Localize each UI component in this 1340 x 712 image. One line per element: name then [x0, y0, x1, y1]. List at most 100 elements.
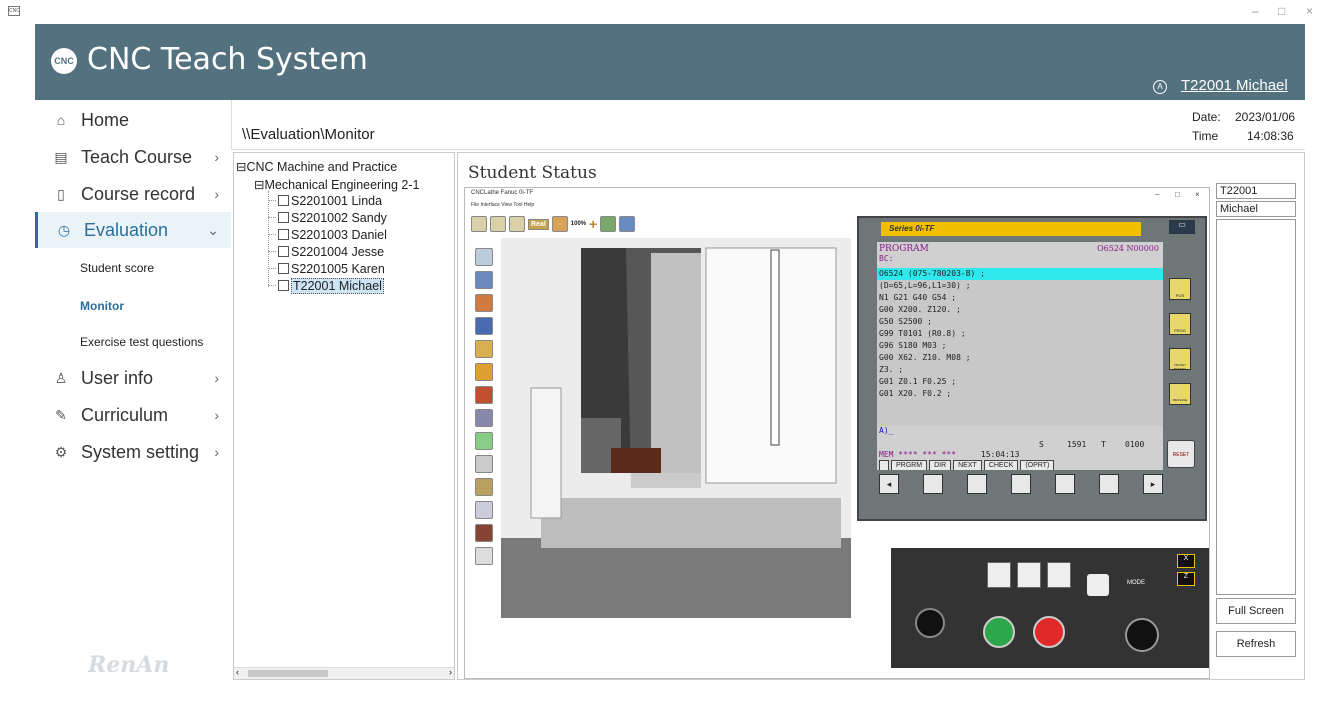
simulator-menu: File Interface View Tool Help [471, 202, 535, 208]
maximize-button[interactable]: □ [1278, 4, 1285, 18]
offset-setting-key[interactable]: OFFSET SETTING [1169, 348, 1191, 371]
input-line: A)_ [879, 426, 894, 435]
axis-icon[interactable] [475, 409, 493, 427]
function-key[interactable] [1055, 474, 1075, 494]
simulator-view[interactable]: CNCLathe Fanuc 0i-TF File Interface View… [464, 187, 1210, 679]
reset-button[interactable]: RESET [1167, 440, 1195, 468]
tree-student-item-selected[interactable]: T22001 Michael [278, 278, 384, 294]
tree-root[interactable]: ⊟CNC Machine and Practice [236, 159, 397, 174]
view-icon[interactable] [475, 501, 493, 519]
student-info-list[interactable] [1216, 219, 1296, 595]
tree-group[interactable]: ⊟Mechanical Engineering 2-1 [254, 177, 419, 192]
breadcrumb-bar: \\Evaluation\Monitor Date: 2023/01/06 Ti… [231, 100, 1305, 150]
sidebar-item-user-info[interactable]: ♙ User info › [35, 360, 231, 396]
softkey-next[interactable]: NEXT [953, 460, 982, 470]
tool-icon[interactable] [619, 216, 636, 232]
softkey-oprt[interactable]: (OPRT) [1020, 460, 1055, 470]
sbk-button[interactable] [1017, 562, 1041, 588]
softkeys: PRGRM DIR NEXT CHECK (OPRT) [877, 460, 1163, 470]
tool-icon[interactable] [600, 216, 617, 232]
cnc-screen: PROGRAM O6524 N00000 BC: O6524 (075-7802… [877, 242, 1163, 470]
subitem-student-score[interactable]: Student score [80, 261, 154, 275]
mem-status: MEM **** *** *** 15:04:13 [879, 450, 1019, 459]
current-user-link[interactable]: T22001 Michael [1181, 77, 1288, 94]
function-key[interactable] [1099, 474, 1119, 494]
checkbox[interactable] [278, 263, 289, 274]
sidebar-item-evaluation[interactable]: ◷ Evaluation ⌄ [35, 212, 231, 248]
checkbox[interactable] [278, 280, 289, 291]
cycle-start-button[interactable] [983, 616, 1015, 648]
right-arrow-key[interactable]: ▸ [1143, 474, 1163, 494]
tool-icon[interactable] [490, 216, 506, 232]
minimize-button[interactable]: – [1252, 4, 1259, 18]
tree-student-item[interactable]: S2201004 Jesse [278, 245, 384, 259]
tree-student-item[interactable]: S2201003 Daniel [278, 228, 387, 242]
handle-icon[interactable] [1087, 574, 1109, 596]
prog-key[interactable]: PROG [1169, 313, 1191, 335]
operator-panel: MODE X Z [891, 548, 1209, 668]
sidebar-item-system-setting[interactable]: ⚙ System setting › [35, 434, 231, 470]
view-icon[interactable] [475, 363, 493, 381]
function-key[interactable] [923, 474, 943, 494]
mdi-button[interactable] [1047, 562, 1071, 588]
sidebar-item-curriculum[interactable]: ✎ Curriculum › [35, 397, 231, 433]
tree-student-item[interactable]: S2201002 Sandy [278, 211, 387, 225]
checkbox[interactable] [278, 246, 289, 257]
horizontal-scrollbar[interactable]: ‹ › [234, 667, 454, 679]
feed-hold-button[interactable] [1033, 616, 1065, 648]
simulator-toolbar: Real 100% + [471, 216, 636, 232]
softkey-dir[interactable]: DIR [929, 460, 952, 470]
z-axis-button[interactable]: Z [1177, 572, 1195, 586]
full-screen-button[interactable]: Full Screen [1216, 598, 1296, 624]
pos-key[interactable]: POS [1169, 278, 1191, 300]
subitem-exercise-test-questions[interactable]: Exercise test questions [80, 335, 203, 349]
refresh-button[interactable]: Refresh [1216, 631, 1296, 657]
sidebar-item-teach-course[interactable]: ▤ Teach Course › [35, 139, 231, 175]
student-label: S2201002 Sandy [291, 211, 387, 225]
student-name-field[interactable]: Michael [1216, 201, 1296, 217]
view-icon[interactable] [475, 432, 493, 450]
view-icon[interactable] [475, 478, 493, 496]
student-id-field[interactable]: T22001 [1216, 183, 1296, 199]
tree-student-item[interactable]: S2201005 Karen [278, 262, 385, 276]
home-icon: ⌂ [56, 112, 66, 128]
panel-toggle-icon[interactable]: ▭ [1169, 220, 1195, 234]
view-icon[interactable] [475, 271, 493, 289]
tree-student-item[interactable]: S2201001 Linda [278, 194, 382, 208]
function-key[interactable] [967, 474, 987, 494]
clock-icon: ◷ [57, 221, 71, 238]
checkbox[interactable] [278, 195, 289, 206]
scrollbar-thumb[interactable] [248, 670, 328, 677]
subitem-monitor[interactable]: Monitor [80, 299, 124, 313]
view-icon[interactable] [475, 547, 493, 565]
student-label: S2201003 Daniel [291, 228, 387, 242]
feed-override-dial[interactable] [915, 608, 945, 638]
x-axis-button[interactable]: X [1177, 554, 1195, 568]
left-arrow-key[interactable]: ◂ [879, 474, 899, 494]
function-key[interactable] [1011, 474, 1031, 494]
sidebar-item-home[interactable]: ⌂ Home [35, 102, 231, 138]
tool-icon[interactable] [471, 216, 487, 232]
checkbox[interactable] [278, 229, 289, 240]
sidebar: ⌂ Home ▤ Teach Course › ▯ Course record … [35, 100, 231, 682]
tool-icon[interactable] [509, 216, 525, 232]
sidebar-item-course-record[interactable]: ▯ Course record › [35, 176, 231, 212]
close-button[interactable]: × [1306, 4, 1313, 18]
message-key[interactable]: MESSAGE [1169, 383, 1191, 405]
view-icon[interactable] [475, 386, 493, 404]
zoom-out-icon[interactable] [551, 216, 568, 232]
view-icon[interactable] [475, 340, 493, 358]
checkbox[interactable] [278, 212, 289, 223]
view-icon[interactable] [475, 294, 493, 312]
view-icon[interactable] [475, 524, 493, 542]
softkey-check[interactable]: CHECK [983, 460, 1019, 470]
view-icon[interactable] [475, 317, 493, 335]
softkey-prgrm[interactable]: PRGRM [891, 460, 928, 470]
sidebar-item-label: Curriculum [81, 404, 169, 425]
bdt-button[interactable] [987, 562, 1011, 588]
view-icon[interactable] [475, 248, 493, 266]
mode-selector-dial[interactable] [1125, 618, 1159, 652]
view-icon[interactable] [475, 455, 493, 473]
real-button[interactable]: Real [528, 218, 549, 230]
zoom-in-icon[interactable]: + [589, 216, 597, 232]
